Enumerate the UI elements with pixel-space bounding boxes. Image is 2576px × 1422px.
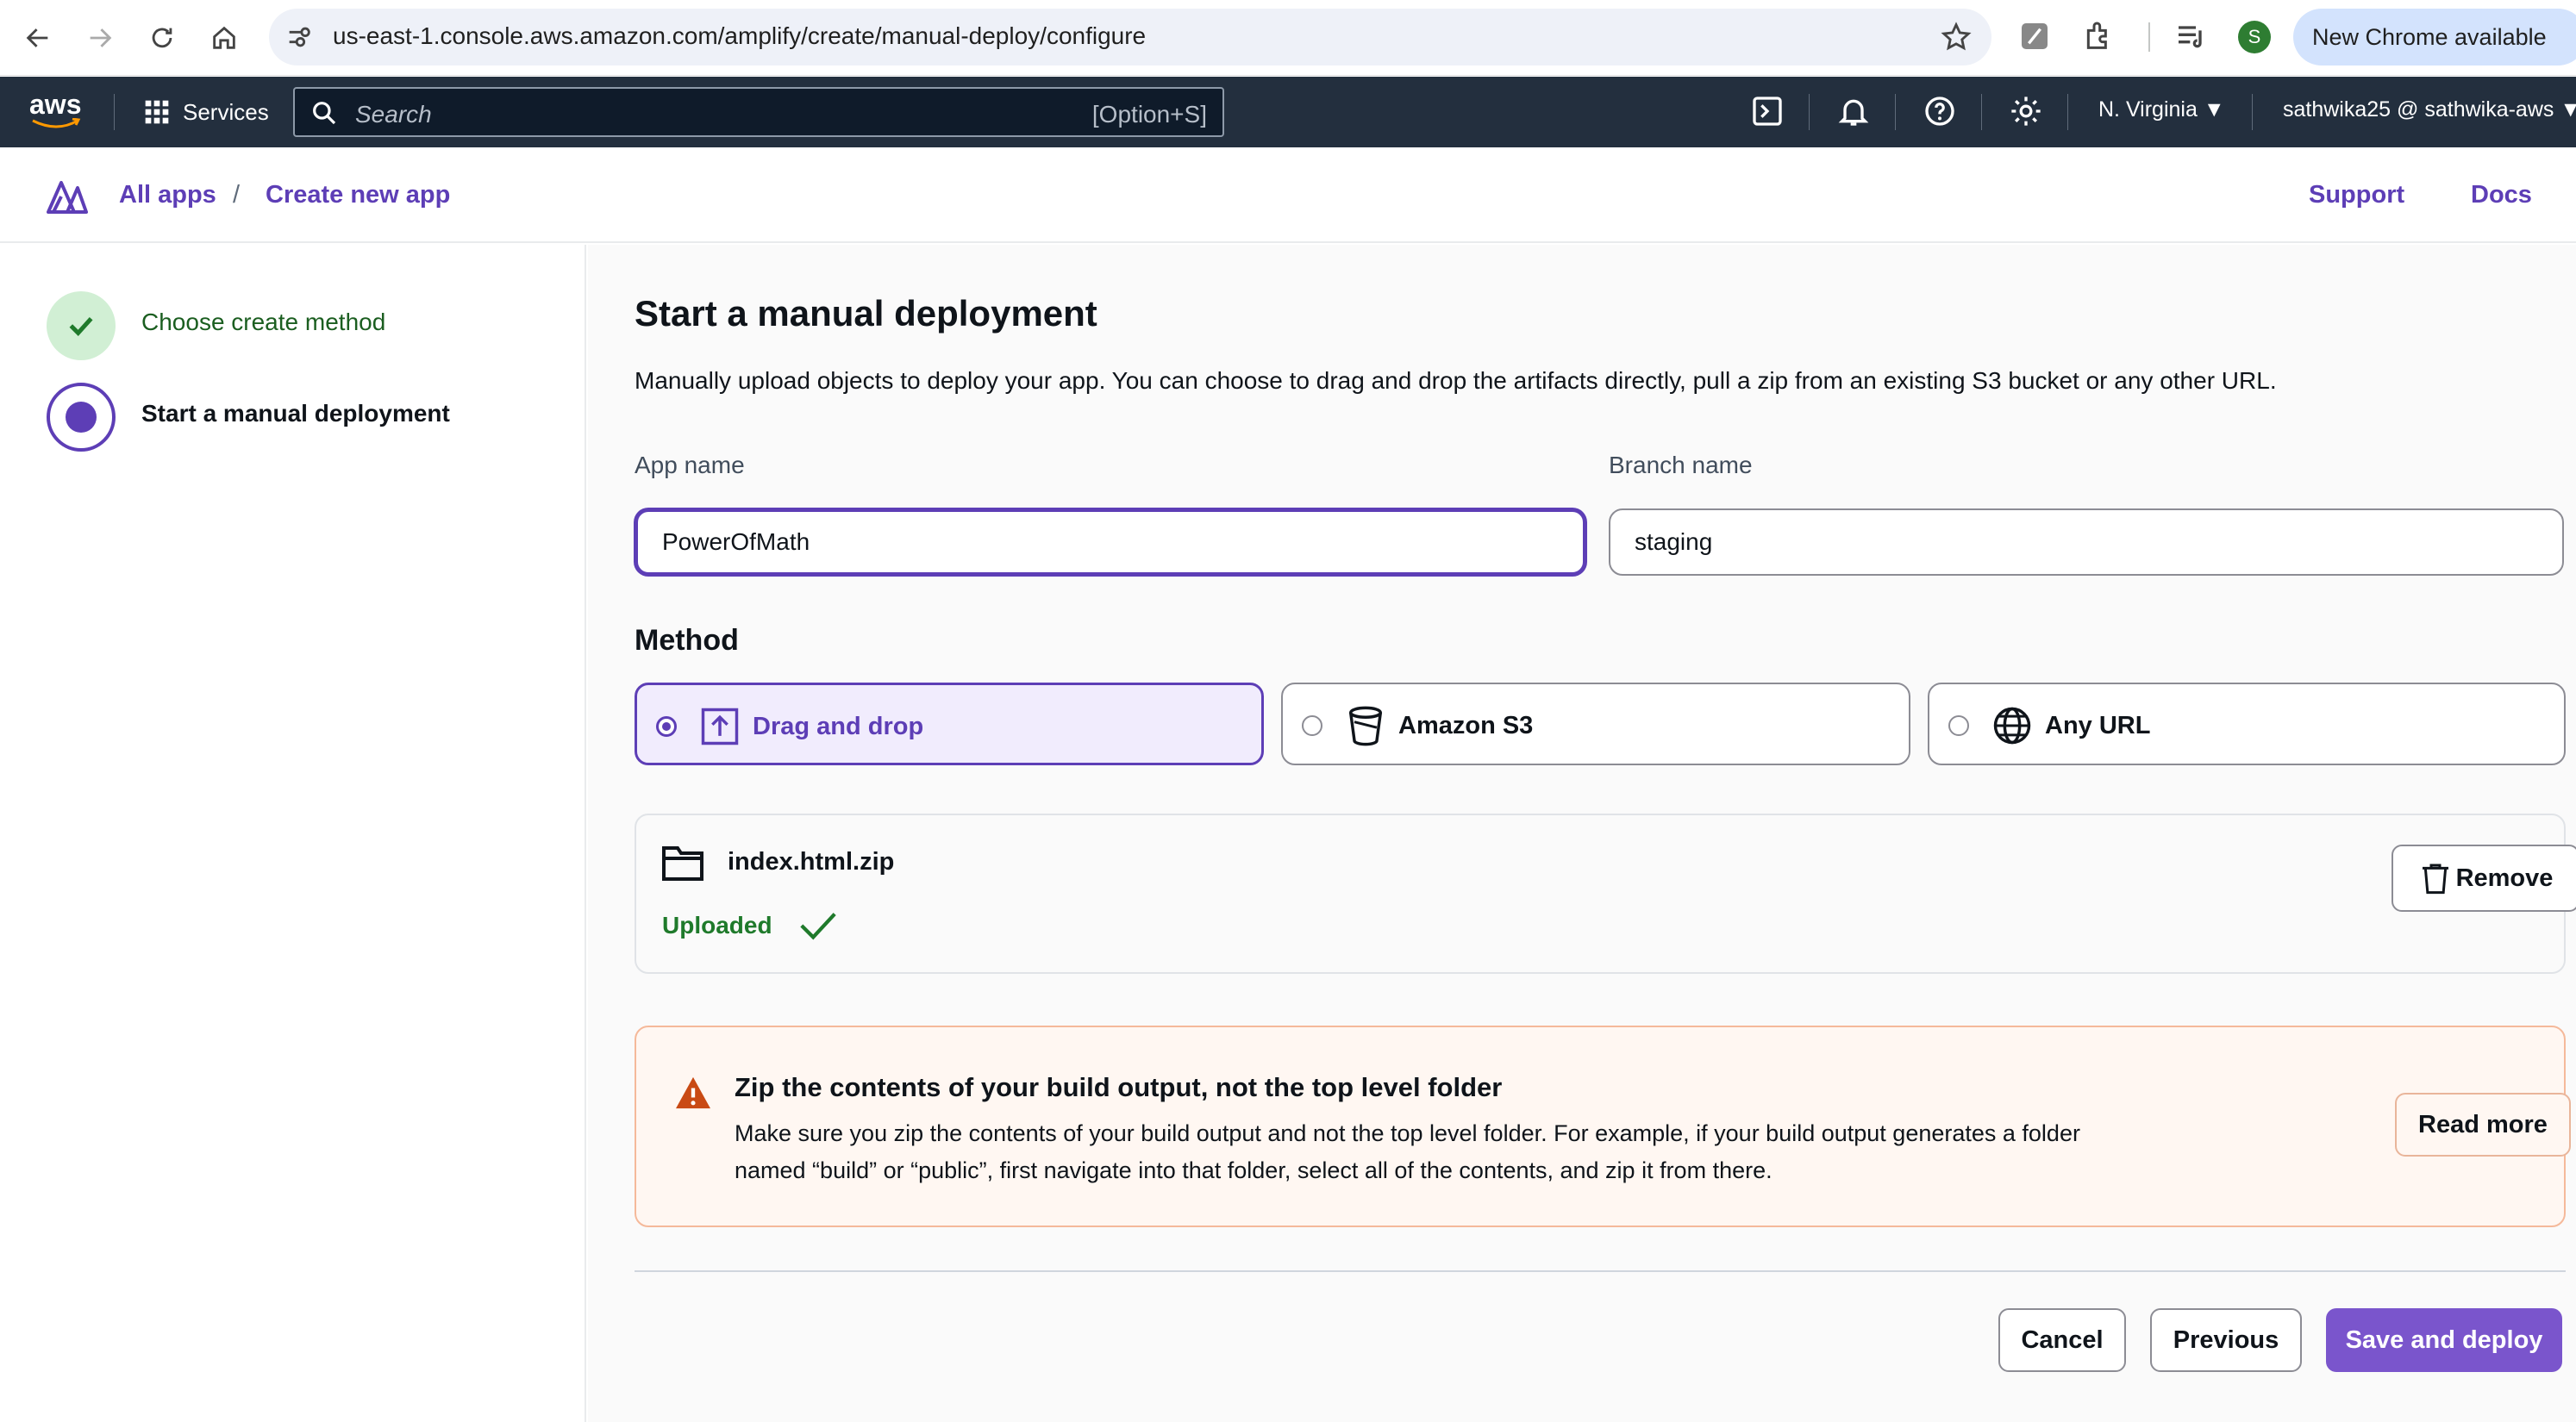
- main-content: Start a manual deployment Manually uploa…: [588, 245, 2576, 1422]
- step-active-indicator: [47, 383, 116, 452]
- aws-logo[interactable]: aws: [29, 89, 86, 132]
- nav-divider: [1981, 94, 1982, 130]
- breadcrumb-all-apps[interactable]: All apps: [119, 181, 216, 209]
- search-shortcut: [Option+S]: [1091, 101, 1207, 128]
- method-drag-and-drop[interactable]: Drag and drop: [635, 683, 1264, 765]
- folder-icon: [662, 846, 703, 881]
- nav-divider: [2067, 94, 2068, 130]
- reload-icon[interactable]: [141, 17, 183, 59]
- site-info-icon[interactable]: [284, 22, 314, 52]
- step-complete-indicator: [47, 291, 116, 360]
- radio-unselected[interactable]: [1302, 715, 1322, 736]
- cloudshell-icon[interactable]: [1750, 94, 1785, 128]
- app-name-field[interactable]: PowerOfMath: [635, 508, 1586, 576]
- save-and-deploy-button[interactable]: Save and deploy: [2326, 1308, 2562, 1372]
- page-description: Manually upload objects to deploy your a…: [635, 367, 2277, 394]
- services-menu[interactable]: Services: [143, 96, 269, 128]
- settings-gear-icon[interactable]: [2009, 94, 2043, 128]
- region-selector[interactable]: N. Virginia ▼: [2098, 97, 2225, 122]
- alert-body: Make sure you zip the contents of your b…: [735, 1120, 2080, 1183]
- globe-icon: [1993, 707, 2031, 745]
- bucket-icon: [1348, 706, 1383, 746]
- previous-button[interactable]: Previous: [2150, 1308, 2302, 1372]
- warning-alert: Zip the contents of your build output, n…: [635, 1026, 2571, 1227]
- nav-divider: [114, 94, 115, 130]
- upload-icon: [701, 708, 739, 745]
- browser-toolbar: us-east-1.console.aws.amazon.com/amplify…: [0, 0, 2576, 76]
- aws-console-navbar: aws Services Search [Option+S] N. Virgin…: [0, 77, 2576, 147]
- url-text[interactable]: us-east-1.console.aws.amazon.com/amplify…: [333, 22, 1146, 50]
- warning-icon: [676, 1076, 710, 1109]
- step-active-dot: [66, 402, 97, 433]
- extension-icon[interactable]: [2017, 19, 2052, 53]
- method-label: Amazon S3: [1398, 712, 1534, 739]
- branch-name-label: Branch name: [1609, 452, 1753, 478]
- alert-title: Zip the contents of your build output, n…: [735, 1072, 1503, 1102]
- cancel-button[interactable]: Cancel: [1998, 1308, 2126, 1372]
- checkmark-icon: [800, 913, 836, 940]
- uploaded-file-card: index.html.zip Uploaded Remove: [635, 814, 2576, 974]
- footer-divider: [635, 1270, 2566, 1272]
- step-start-manual-deployment: Start a manual deployment: [141, 400, 450, 427]
- amplify-logo-icon[interactable]: [45, 178, 88, 215]
- support-link[interactable]: Support: [2309, 181, 2404, 209]
- back-icon[interactable]: [17, 17, 59, 59]
- radio-unselected[interactable]: [1948, 715, 1969, 736]
- wizard-steps: Choose create method Start a manual depl…: [0, 245, 586, 1422]
- help-icon[interactable]: [1923, 94, 1957, 128]
- read-more-button[interactable]: Read more: [2395, 1093, 2571, 1157]
- method-label: Drag and drop: [753, 713, 924, 740]
- services-grid-icon: [145, 100, 169, 124]
- radio-selected[interactable]: [656, 716, 677, 737]
- remove-button[interactable]: Remove: [2392, 845, 2576, 912]
- branch-name-field[interactable]: staging: [1609, 508, 2564, 576]
- page-title: Start a manual deployment: [635, 293, 1097, 334]
- docs-link[interactable]: Docs: [2471, 181, 2532, 209]
- method-label: Any URL: [2045, 712, 2151, 739]
- notifications-bell-icon[interactable]: [1836, 94, 1871, 128]
- aws-smile-icon: [32, 118, 81, 128]
- upload-status: Uploaded: [662, 912, 772, 939]
- aws-logo-text: aws: [29, 89, 82, 120]
- breadcrumb-create-new-app[interactable]: Create new app: [266, 181, 450, 209]
- profile-avatar[interactable]: S: [2238, 21, 2271, 53]
- breadcrumb-bar: All apps / Create new app Support Docs: [0, 148, 2576, 243]
- breadcrumb-separator: /: [233, 181, 241, 209]
- nav-divider: [1809, 94, 1810, 130]
- services-label: Services: [183, 98, 269, 125]
- trash-icon: [2422, 864, 2448, 895]
- address-bar[interactable]: us-east-1.console.aws.amazon.com/amplify…: [269, 9, 1991, 65]
- extensions-puzzle-icon[interactable]: [2081, 19, 2116, 53]
- bookmark-star-icon[interactable]: [1940, 21, 1973, 53]
- method-any-url[interactable]: Any URL: [1928, 683, 2566, 765]
- media-queue-icon[interactable]: [2174, 19, 2209, 53]
- account-menu[interactable]: sathwika25 @ sathwika-aws ▼: [2283, 97, 2576, 122]
- home-icon[interactable]: [203, 17, 245, 59]
- nav-divider: [2252, 94, 2253, 130]
- step-choose-create-method[interactable]: Choose create method: [141, 309, 385, 336]
- method-amazon-s3[interactable]: Amazon S3: [1281, 683, 1910, 765]
- forward-icon[interactable]: [79, 17, 121, 59]
- toolbar-divider: [2148, 22, 2150, 52]
- nav-divider: [1895, 94, 1896, 130]
- console-search-input[interactable]: Search [Option+S]: [293, 87, 1224, 137]
- remove-label: Remove: [2455, 864, 2554, 892]
- app-name-label: App name: [635, 452, 745, 478]
- file-name: index.html.zip: [728, 848, 895, 876]
- method-heading: Method: [635, 624, 739, 657]
- search-icon: [313, 102, 336, 125]
- checkmark-icon: [69, 316, 93, 336]
- search-placeholder: Search: [355, 101, 432, 128]
- new-chrome-available-button[interactable]: New Chrome available: [2293, 9, 2576, 65]
